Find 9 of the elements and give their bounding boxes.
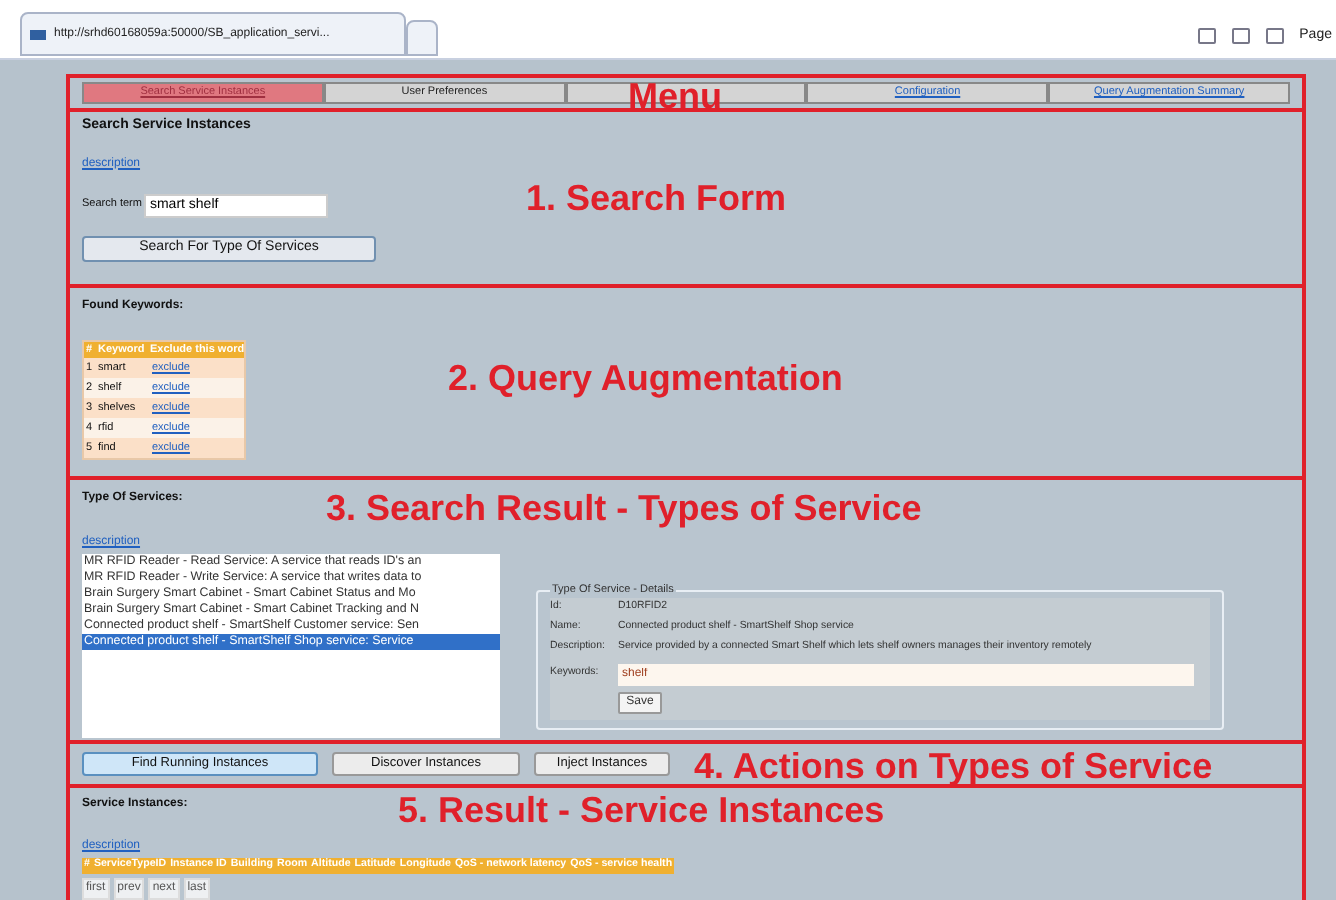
service-list[interactable] <box>82 554 500 738</box>
annotation-label: 1. Search Form <box>526 180 787 216</box>
annotation-label: 2. Query Augmentation <box>448 360 843 396</box>
annotation-label: Menu <box>628 78 722 114</box>
menu-tab[interactable] <box>565 82 807 104</box>
annotation-label: 4. Actions on Types of Service <box>694 748 1213 784</box>
annotation-label: 5. Result - Service Instances <box>398 792 885 828</box>
page-icon <box>30 29 46 39</box>
annotation-label: 3. Search Result - Types of Service <box>326 490 922 526</box>
